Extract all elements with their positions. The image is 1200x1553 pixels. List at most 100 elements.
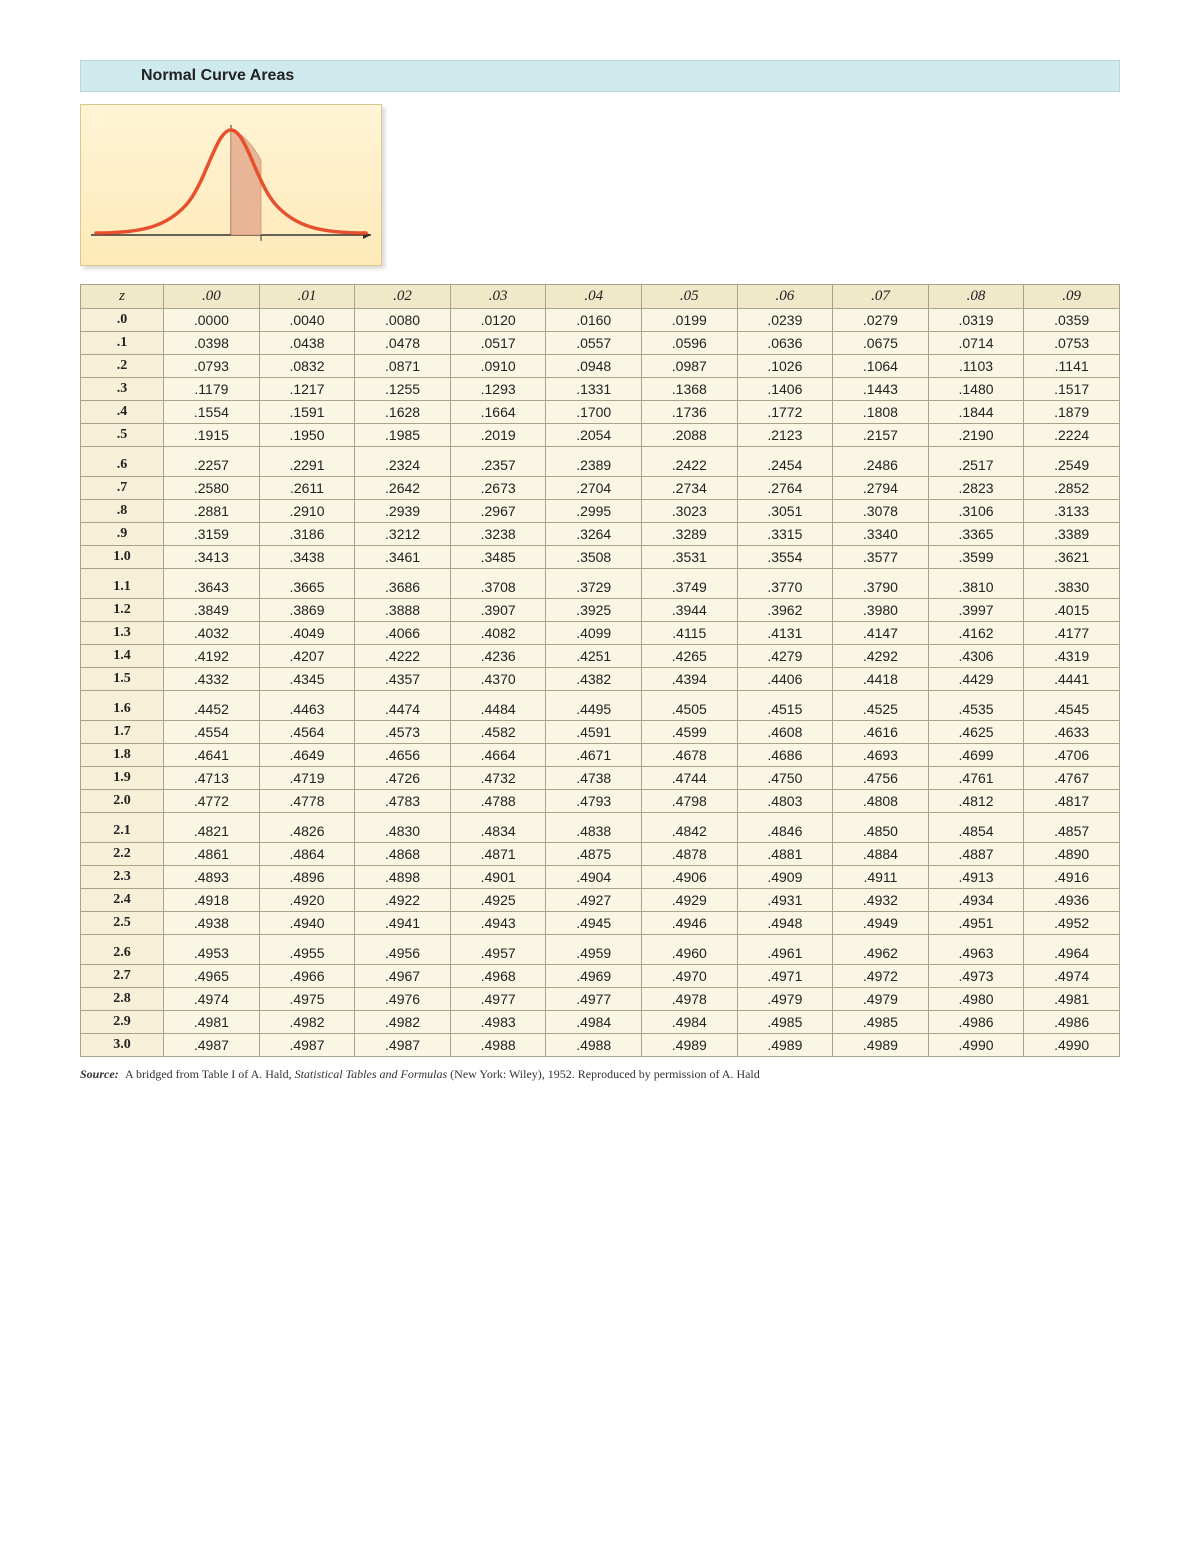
area-value: .3340 — [833, 523, 929, 546]
col-header: .01 — [259, 285, 355, 309]
area-value: .4147 — [833, 622, 929, 645]
area-value: .2019 — [450, 424, 546, 447]
area-value: .2389 — [546, 447, 642, 477]
area-value: .4976 — [355, 988, 451, 1011]
z-value: 1.2 — [81, 599, 164, 622]
z-value: .4 — [81, 401, 164, 424]
area-value: .4525 — [833, 691, 929, 721]
page-title: Normal Curve Areas — [80, 60, 1120, 92]
area-value: .4656 — [355, 744, 451, 767]
area-value: .3315 — [737, 523, 833, 546]
area-value: .4986 — [1024, 1011, 1120, 1034]
area-value: .1772 — [737, 401, 833, 424]
area-value: .4131 — [737, 622, 833, 645]
area-value: .4066 — [355, 622, 451, 645]
table-row: 1.6.4452.4463.4474.4484.4495.4505.4515.4… — [81, 691, 1120, 721]
area-value: .4750 — [737, 767, 833, 790]
area-value: .4972 — [833, 965, 929, 988]
area-value: .2517 — [928, 447, 1024, 477]
area-value: .3264 — [546, 523, 642, 546]
area-value: .4878 — [642, 843, 738, 866]
area-value: .4821 — [164, 813, 260, 843]
area-value: .4306 — [928, 645, 1024, 668]
area-value: .3643 — [164, 569, 260, 599]
area-value: .2224 — [1024, 424, 1120, 447]
table-row: 1.4.4192.4207.4222.4236.4251.4265.4279.4… — [81, 645, 1120, 668]
area-value: .2123 — [737, 424, 833, 447]
table-row: 2.2.4861.4864.4868.4871.4875.4878.4881.4… — [81, 843, 1120, 866]
table-row: 2.1.4821.4826.4830.4834.4838.4842.4846.4… — [81, 813, 1120, 843]
area-value: .4838 — [546, 813, 642, 843]
z-value: 1.7 — [81, 721, 164, 744]
table-row: .5.1915.1950.1985.2019.2054.2088.2123.21… — [81, 424, 1120, 447]
z-value: 2.3 — [81, 866, 164, 889]
area-value: .4798 — [642, 790, 738, 813]
area-value: .4989 — [642, 1034, 738, 1057]
col-header: .05 — [642, 285, 738, 309]
area-value: .4678 — [642, 744, 738, 767]
area-value: .2190 — [928, 424, 1024, 447]
area-value: .4965 — [164, 965, 260, 988]
area-value: .4959 — [546, 935, 642, 965]
area-value: .4591 — [546, 721, 642, 744]
area-value: .4495 — [546, 691, 642, 721]
area-value: .4904 — [546, 866, 642, 889]
area-value: .2054 — [546, 424, 642, 447]
area-value: .4406 — [737, 668, 833, 691]
area-value: .4884 — [833, 843, 929, 866]
table-row: 2.6.4953.4955.4956.4957.4959.4960.4961.4… — [81, 935, 1120, 965]
area-value: .4966 — [259, 965, 355, 988]
area-value: .4875 — [546, 843, 642, 866]
area-value: .3413 — [164, 546, 260, 569]
area-value: .4984 — [642, 1011, 738, 1034]
area-value: .4955 — [259, 935, 355, 965]
area-value: .4960 — [642, 935, 738, 965]
z-value: .2 — [81, 355, 164, 378]
area-value: .4793 — [546, 790, 642, 813]
area-value: .2881 — [164, 500, 260, 523]
area-value: .3869 — [259, 599, 355, 622]
area-value: .4990 — [928, 1034, 1024, 1057]
area-value: .4982 — [259, 1011, 355, 1034]
area-value: .4719 — [259, 767, 355, 790]
area-value: .0040 — [259, 309, 355, 332]
z-value: 2.6 — [81, 935, 164, 965]
area-value: .3238 — [450, 523, 546, 546]
z-value: 2.7 — [81, 965, 164, 988]
area-value: .0478 — [355, 332, 451, 355]
source-label: Source: — [80, 1067, 119, 1081]
area-value: .2088 — [642, 424, 738, 447]
area-value: .4961 — [737, 935, 833, 965]
area-value: .1736 — [642, 401, 738, 424]
table-row: 2.9.4981.4982.4982.4983.4984.4984.4985.4… — [81, 1011, 1120, 1034]
area-value: .4956 — [355, 935, 451, 965]
area-value: .4943 — [450, 912, 546, 935]
area-value: .0359 — [1024, 309, 1120, 332]
area-value: .3599 — [928, 546, 1024, 569]
area-value: .3461 — [355, 546, 451, 569]
area-value: .2995 — [546, 500, 642, 523]
area-value: .4932 — [833, 889, 929, 912]
area-value: .4864 — [259, 843, 355, 866]
area-value: .4973 — [928, 965, 1024, 988]
z-value: .8 — [81, 500, 164, 523]
area-value: .1179 — [164, 378, 260, 401]
area-value: .4957 — [450, 935, 546, 965]
area-value: .4452 — [164, 691, 260, 721]
area-value: .4913 — [928, 866, 1024, 889]
area-value: .4974 — [1024, 965, 1120, 988]
area-value: .1664 — [450, 401, 546, 424]
area-value: .4599 — [642, 721, 738, 744]
area-value: .4582 — [450, 721, 546, 744]
area-value: .4826 — [259, 813, 355, 843]
area-value: .4971 — [737, 965, 833, 988]
table-row: 2.8.4974.4975.4976.4977.4977.4978.4979.4… — [81, 988, 1120, 1011]
table-row: 2.7.4965.4966.4967.4968.4969.4970.4971.4… — [81, 965, 1120, 988]
z-value: 3.0 — [81, 1034, 164, 1057]
table-row: 2.0.4772.4778.4783.4788.4793.4798.4803.4… — [81, 790, 1120, 813]
area-value: .4616 — [833, 721, 929, 744]
area-value: .4015 — [1024, 599, 1120, 622]
area-value: .4671 — [546, 744, 642, 767]
area-value: .3051 — [737, 500, 833, 523]
area-value: .4756 — [833, 767, 929, 790]
